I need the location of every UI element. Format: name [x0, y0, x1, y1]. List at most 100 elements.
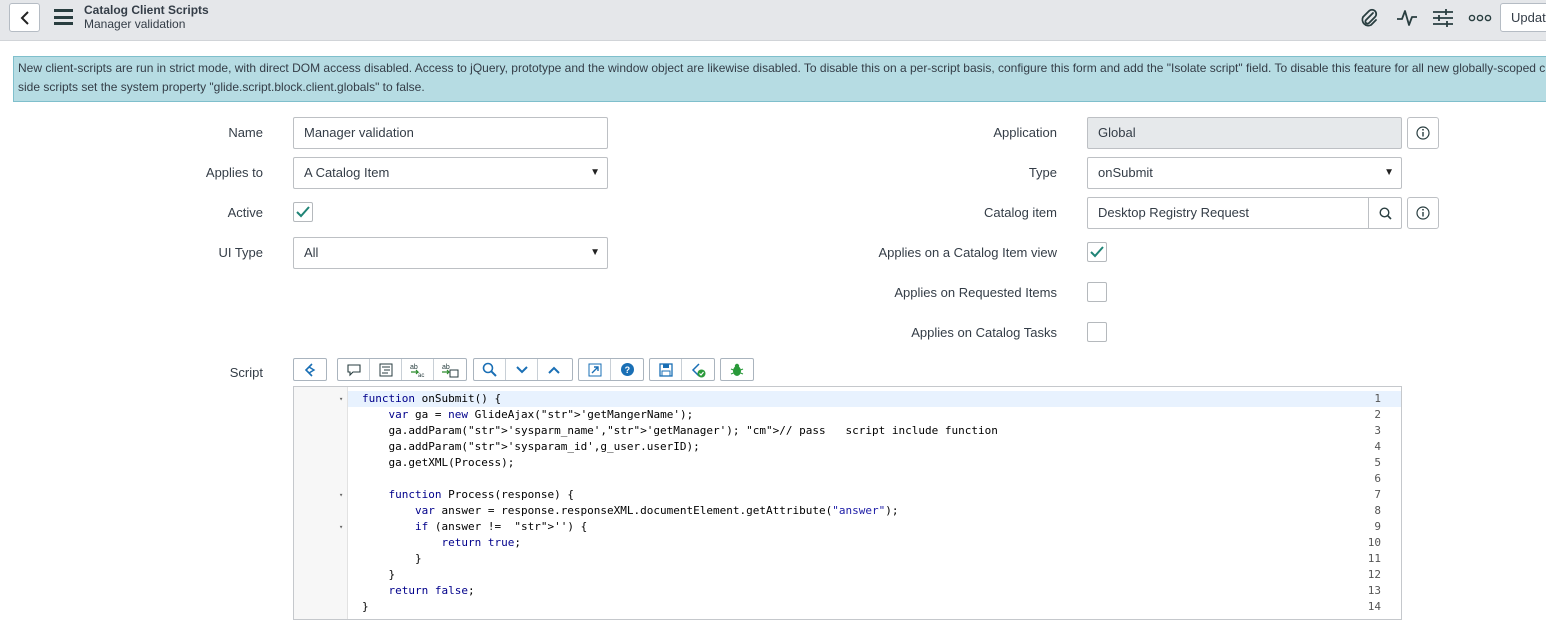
debug-icon[interactable] — [721, 359, 753, 380]
form-subtitle: Manager validation — [84, 17, 186, 31]
editor-toolbar-group-1 — [293, 358, 327, 381]
dropdown-arrow-icon: ▼ — [590, 167, 600, 178]
editor-toolbar-group-3 — [473, 358, 573, 381]
info-message-line-2: side scripts set the system property "gl… — [18, 80, 425, 94]
active-line-highlight — [348, 391, 1401, 407]
line-number: 5 — [1374, 456, 1381, 469]
menu-icon[interactable] — [54, 9, 73, 25]
line-number: 6 — [1374, 472, 1381, 485]
name-input[interactable]: Manager validation — [293, 117, 608, 149]
fullscreen-icon[interactable] — [579, 359, 611, 380]
search-icon — [1378, 206, 1392, 220]
applies-to-value: A Catalog Item — [304, 165, 390, 180]
code-line: ga.getXML(Process); — [362, 456, 515, 469]
dropdown-arrow-icon: ▼ — [590, 247, 600, 258]
next-icon[interactable] — [506, 359, 538, 380]
applies-catalog-item-view-checkbox[interactable] — [1087, 242, 1107, 262]
info-message-line-1: New client-scripts are run in strict mod… — [18, 61, 1546, 75]
script-label: Script — [229, 365, 263, 380]
line-number: 11 — [1367, 552, 1381, 565]
line-number: 9 — [1374, 520, 1381, 533]
back-button[interactable] — [9, 3, 40, 32]
applies-catalog-tasks-checkbox[interactable] — [1087, 322, 1107, 342]
replace-icon[interactable]: ab ac — [402, 359, 434, 380]
help-icon[interactable]: ? — [611, 359, 643, 380]
fold-toggle-icon[interactable]: ▾ — [339, 391, 343, 407]
ui-type-label: UI Type — [218, 245, 263, 260]
type-select[interactable]: onSubmit ▼ — [1087, 157, 1402, 189]
code-line: function Process(response) { — [388, 488, 574, 501]
catalog-item-info-button[interactable] — [1407, 197, 1439, 229]
line-number: 7 — [1374, 488, 1381, 501]
active-label: Active — [227, 205, 263, 220]
code-line: function onSubmit() { — [362, 392, 502, 405]
application-field: Global — [1087, 117, 1402, 149]
toggle-syntax-icon[interactable] — [294, 359, 326, 380]
code-line: } — [362, 552, 422, 565]
line-number: 1 — [1374, 392, 1381, 405]
fold-toggle-icon[interactable]: ▾ — [339, 519, 343, 535]
applies-to-label: Applies to — [205, 165, 263, 180]
application-info-button[interactable] — [1407, 117, 1439, 149]
catalog-item-input[interactable]: Desktop Registry Request — [1087, 197, 1402, 229]
svg-text:?: ? — [624, 365, 630, 375]
line-number: 14 — [1367, 600, 1381, 613]
active-checkbox[interactable] — [293, 202, 313, 222]
code-line: var answer = response.responseXML.docume… — [414, 504, 899, 517]
save-icon[interactable] — [650, 359, 682, 380]
line-number: 13 — [1367, 584, 1381, 597]
code-line: } — [362, 568, 396, 581]
form-title: Catalog Client Scripts — [84, 3, 209, 17]
line-number: 12 — [1367, 568, 1381, 581]
code-line: } — [362, 600, 369, 613]
code-line: ga.addParam("str">'sysparam_id',g_user.u… — [362, 440, 700, 453]
form-header: Catalog Client Scripts Manager validatio… — [0, 0, 1546, 41]
line-number-gutter — [294, 387, 348, 619]
ui-type-value: All — [304, 245, 319, 260]
sliders-icon[interactable] — [1431, 7, 1455, 29]
line-number: 3 — [1374, 424, 1381, 437]
info-icon — [1416, 206, 1430, 220]
code-line: return true; — [441, 536, 521, 549]
activity-icon[interactable] — [1395, 7, 1419, 29]
editor-toolbar-group-2: ab ac ab — [337, 358, 467, 381]
ui-type-select[interactable]: All ▼ — [293, 237, 608, 269]
more-icon[interactable] — [1468, 7, 1492, 29]
applies-requested-items-checkbox[interactable] — [1087, 282, 1107, 302]
application-label: Application — [993, 125, 1057, 140]
applies-requested-items-label: Applies on Requested Items — [894, 285, 1057, 300]
paperclip-icon[interactable] — [1357, 7, 1381, 29]
applies-to-select[interactable]: A Catalog Item ▼ — [293, 157, 608, 189]
script-check-icon[interactable] — [682, 359, 714, 380]
code-line: ga.addParam("str">'sysparm_name',"str">'… — [362, 424, 998, 437]
checkmark-icon — [1090, 246, 1104, 258]
code-line: return false; — [388, 584, 475, 597]
line-number: 4 — [1374, 440, 1381, 453]
line-number: 8 — [1374, 504, 1381, 517]
catalog-item-value: Desktop Registry Request — [1098, 205, 1250, 220]
type-label: Type — [1028, 165, 1057, 180]
info-icon — [1416, 126, 1430, 140]
update-button[interactable]: Update — [1500, 3, 1546, 32]
editor-toolbar-group-5 — [649, 358, 715, 381]
comment-icon[interactable] — [338, 359, 370, 380]
applies-catalog-tasks-label: Applies on Catalog Tasks — [911, 325, 1057, 340]
applies-catalog-item-view-label: Applies on a Catalog Item view — [878, 245, 1057, 260]
replace-all-icon[interactable]: ab — [434, 359, 466, 380]
script-editor[interactable]: 1 2 3 4 5 6 7 8 9 10 11 12 13 14 ▾ ▾ ▾ f… — [293, 386, 1402, 620]
info-message: New client-scripts are run in strict mod… — [13, 56, 1546, 102]
search-icon[interactable] — [474, 359, 506, 380]
fold-toggle-icon[interactable]: ▾ — [339, 487, 343, 503]
catalog-item-lookup-button[interactable] — [1368, 198, 1401, 228]
code-line: if (answer != "str">'') { — [414, 520, 588, 533]
editor-toolbar-group-4: ? — [578, 358, 644, 381]
format-code-icon[interactable] — [370, 359, 402, 380]
svg-text:ab: ab — [442, 364, 450, 371]
editor-toolbar-group-6 — [720, 358, 754, 381]
line-number: 10 — [1367, 536, 1381, 549]
previous-icon[interactable] — [538, 359, 570, 380]
catalog-item-label: Catalog item — [984, 205, 1057, 220]
line-number: 2 — [1374, 408, 1381, 421]
checkmark-icon — [296, 206, 310, 218]
code-line: var ga = new GlideAjax("str">'getMangerN… — [388, 408, 694, 421]
